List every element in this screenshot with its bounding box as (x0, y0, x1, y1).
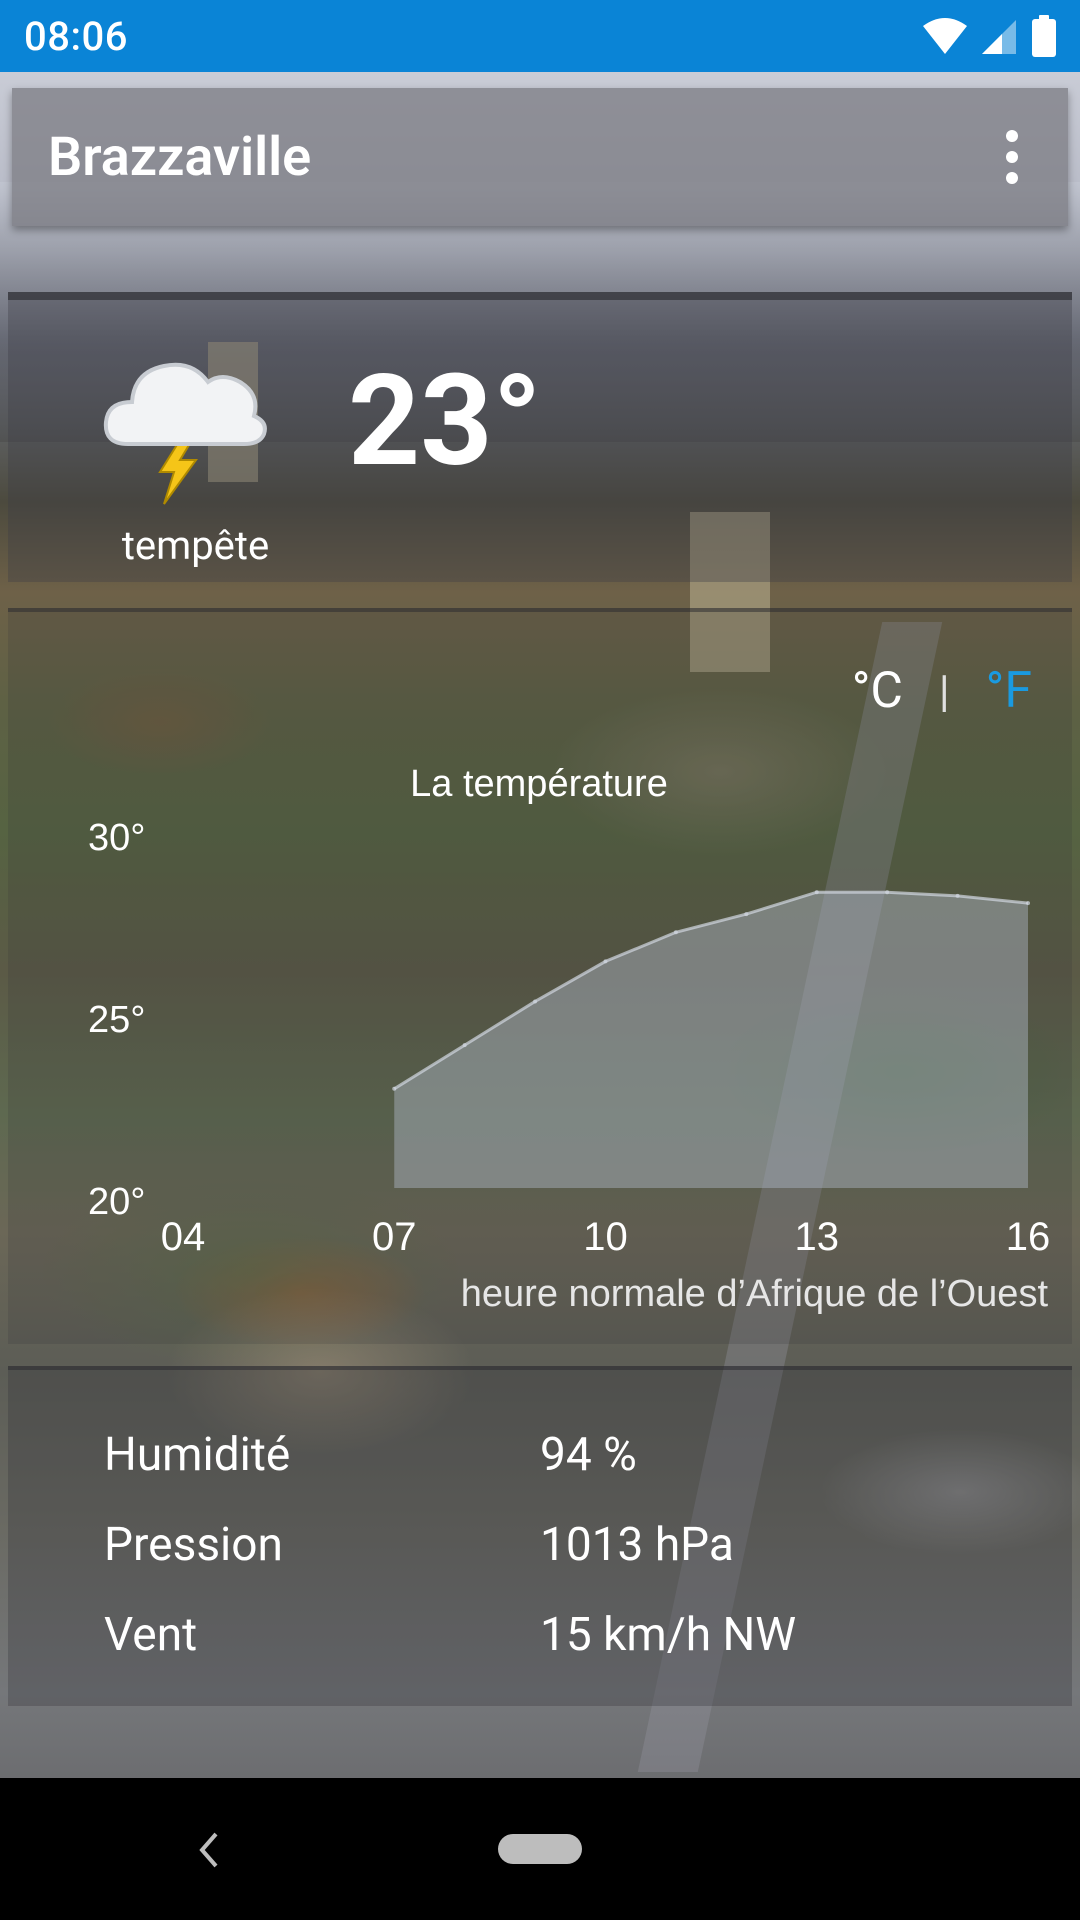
signal-icon (982, 20, 1016, 54)
cloud-lightning-icon (103, 362, 267, 505)
temperature-point (814, 890, 819, 895)
chart-title: La température (410, 763, 668, 805)
navigation-bar (0, 1778, 1080, 1920)
x-tick-label: 04 (161, 1215, 206, 1259)
detail-row-pressure: Pression 1013 hPa (104, 1518, 734, 1572)
detail-label: Humidité (104, 1428, 291, 1482)
back-icon[interactable] (190, 1822, 226, 1878)
y-tick-label: 20° (88, 1181, 145, 1223)
x-tick-label: 13 (795, 1215, 840, 1259)
unit-fahrenheit-button[interactable]: °F (986, 662, 1032, 720)
temperature-point (533, 999, 538, 1004)
temperature-chart: 20° 25° 30° 04 07 10 13 16 La température heure n… (88, 763, 1051, 1315)
temperature-area (394, 892, 1028, 1188)
x-axis-label: heure normale d’Afrique de l’Ouest (461, 1273, 1049, 1315)
home-pill-icon[interactable] (498, 1834, 582, 1864)
temperature-point (603, 959, 608, 964)
x-tick-label: 16 (1006, 1215, 1051, 1259)
detail-label: Pression (104, 1518, 283, 1572)
temperature-point (392, 1086, 397, 1091)
temperature-point (1026, 901, 1030, 906)
y-tick-label: 30° (88, 817, 145, 859)
app-bar: Brazzaville (12, 88, 1068, 226)
current-weather-card: tempête 23° (8, 292, 1072, 582)
page-title: Brazzaville (48, 125, 312, 189)
details-card: Humidité 94 % Pression 1013 hPa Vent 15 … (8, 1366, 1072, 1706)
detail-value: 94 % (540, 1428, 637, 1482)
battery-icon (1032, 15, 1056, 57)
status-bar: 08:06 (0, 0, 1080, 72)
x-tick-label: 07 (372, 1215, 417, 1259)
temperature-point (673, 930, 678, 935)
detail-label: Vent (104, 1608, 198, 1662)
detail-value: 1013 hPa (540, 1518, 734, 1572)
temperature-point (744, 912, 749, 917)
detail-value: 15 km/h NW (540, 1608, 797, 1662)
temperature-point (955, 893, 960, 898)
more-vert-icon[interactable] (992, 122, 1032, 192)
status-time: 08:06 (24, 12, 128, 60)
unit-separator: | (938, 665, 950, 717)
temperature-chart-card: 20° 25° 30° 04 07 10 13 16 La température heure n… (8, 608, 1072, 1344)
status-icons (922, 15, 1056, 57)
temperature-point (462, 1043, 467, 1048)
temperature-point (885, 890, 890, 895)
current-temperature: 23° (348, 347, 542, 495)
condition-label: tempête (121, 522, 270, 569)
x-tick-label: 10 (583, 1215, 628, 1259)
detail-row-wind: Vent 15 km/h NW (104, 1608, 796, 1662)
wifi-icon (923, 18, 967, 54)
unit-toggle: °C | °F (852, 662, 1032, 720)
unit-celsius-button[interactable]: °C (852, 662, 903, 720)
detail-row-humidity: Humidité 94 % (104, 1428, 637, 1482)
y-tick-label: 25° (88, 999, 145, 1041)
